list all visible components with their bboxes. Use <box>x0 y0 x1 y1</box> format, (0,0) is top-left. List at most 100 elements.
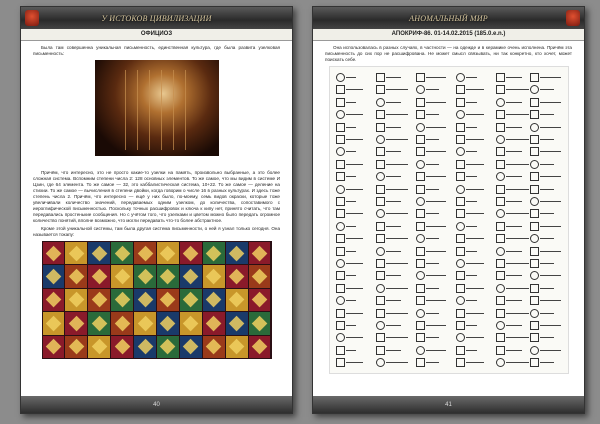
glyph-caption-scribble <box>539 213 554 215</box>
tocapu-glyph <box>375 308 385 318</box>
glyph-caption-scribble <box>425 325 446 326</box>
glyph-caption-scribble <box>385 151 401 153</box>
left-header: У ИСТОКОВ ЦИВИЛИЗАЦИИ <box>21 7 292 29</box>
tocapu-glyph <box>335 97 345 107</box>
glyph-caption-scribble <box>539 325 561 326</box>
glyph-caption-scribble <box>345 201 356 202</box>
tocapu-glyph <box>415 147 425 157</box>
right-section-title: АПОКРИФ-86. 01-14.02.2015 (185.0.e.n.) <box>313 29 584 41</box>
tocapu-glyph <box>529 358 539 368</box>
glyph-caption-scribble <box>345 163 363 165</box>
glyph-caption-scribble <box>539 300 561 302</box>
tocapu-glyph <box>495 209 505 219</box>
tocapu-glyph <box>495 122 505 132</box>
glyph-caption-scribble <box>385 325 401 326</box>
tocapu-glyph <box>495 321 505 330</box>
glyph-caption-scribble <box>345 312 363 314</box>
glyph-caption-scribble <box>385 213 408 215</box>
tocapu-glyph <box>415 358 425 368</box>
glyph-caption-scribble <box>505 176 522 178</box>
tocapu-glyph <box>455 234 465 244</box>
tocapu-glyph <box>415 97 425 107</box>
glyph-caption-scribble <box>539 163 554 165</box>
glyph-caption-scribble <box>385 337 408 339</box>
tocapu-glyph <box>335 135 345 144</box>
glyph-caption-scribble <box>385 275 401 277</box>
right-header-title: АНОМАЛЬНЫЙ МИР <box>409 13 488 23</box>
tocapu-glyph <box>335 308 345 318</box>
tocapu-glyph <box>335 283 345 293</box>
glyph-caption-scribble <box>425 139 439 140</box>
emblem-icon <box>25 10 39 26</box>
glyph-caption-scribble <box>385 312 408 314</box>
left-footer: 40 <box>21 396 292 413</box>
glyph-caption-scribble <box>505 139 529 140</box>
glyph-caption-scribble <box>345 77 356 78</box>
glyph-caption-scribble <box>425 176 446 178</box>
tocapu-glyph <box>335 221 345 231</box>
tocapu-glyph <box>495 159 505 169</box>
glyph-caption-scribble <box>345 238 363 240</box>
glyph-caption-scribble <box>425 101 446 103</box>
glyph-caption-scribble <box>465 312 484 314</box>
tocapu-glyph <box>335 172 345 182</box>
glyph-caption-scribble <box>539 201 561 202</box>
right-page-number: 41 <box>445 401 452 408</box>
glyph-caption-scribble <box>505 275 522 277</box>
tocapu-glyph <box>529 110 539 120</box>
glyph-caption-scribble <box>345 188 363 190</box>
tocapu-glyph <box>455 184 465 194</box>
glyph-caption-scribble <box>425 89 439 91</box>
quipu-photo <box>94 60 219 156</box>
glyph-caption-scribble <box>425 188 439 190</box>
tocapu-glyph <box>495 246 505 256</box>
tocapu-glyph <box>335 358 345 368</box>
tocapu-glyph <box>455 85 465 95</box>
tocapu-glyph <box>415 209 425 219</box>
tocapu-glyph <box>415 234 425 244</box>
tocapu-glyph <box>415 321 425 330</box>
tocapu-glyph <box>529 122 539 132</box>
glyph-caption-scribble <box>425 201 446 202</box>
glyph-caption-scribble <box>539 89 554 91</box>
glyph-caption-scribble <box>425 163 439 165</box>
glyph-caption-scribble <box>539 287 554 289</box>
left-body: Была там совершенна уникальная письменно… <box>33 45 280 391</box>
glyph-caption-scribble <box>505 349 522 351</box>
tocapu-glyph <box>335 110 345 120</box>
tocapu-glyph <box>375 246 385 256</box>
glyph-caption-scribble <box>345 89 363 91</box>
tocapu-glyph <box>455 321 465 330</box>
glyph-caption-scribble <box>385 201 401 202</box>
tocapu-glyph <box>335 184 345 194</box>
glyph-caption-scribble <box>425 362 439 364</box>
glyph-caption-scribble <box>539 176 561 178</box>
glyph-caption-scribble <box>385 362 408 364</box>
glyph-caption-scribble <box>385 225 401 227</box>
tocapu-glyph <box>335 147 345 157</box>
tocapu-glyph <box>375 197 385 206</box>
tocapu-glyph <box>529 321 539 330</box>
glyph-caption-scribble <box>425 213 439 215</box>
tocapu-glyph <box>529 345 539 355</box>
tocapu-glyph <box>529 184 539 194</box>
tocapu-glyph <box>455 221 465 231</box>
tocapu-glyph <box>415 172 425 182</box>
tocapu-glyph <box>529 221 539 231</box>
tocapu-glyph <box>375 221 385 231</box>
tocapu-glyph <box>415 296 425 306</box>
tocapu-glyph <box>529 85 539 95</box>
glyph-caption-scribble <box>465 201 477 202</box>
glyph-caption-scribble <box>539 188 554 190</box>
tocapu-glyph <box>455 172 465 182</box>
glyph-caption-scribble <box>465 101 477 103</box>
glyph-caption-scribble <box>505 188 529 190</box>
glyph-caption-scribble <box>345 250 356 252</box>
glyph-caption-scribble <box>425 287 439 289</box>
tocapu-glyph <box>495 85 505 95</box>
glyph-caption-scribble <box>345 101 356 103</box>
tocapu-glyph <box>335 197 345 206</box>
glyph-caption-scribble <box>385 139 408 140</box>
glyph-caption-scribble <box>465 151 477 153</box>
glyph-caption-scribble <box>425 275 446 277</box>
